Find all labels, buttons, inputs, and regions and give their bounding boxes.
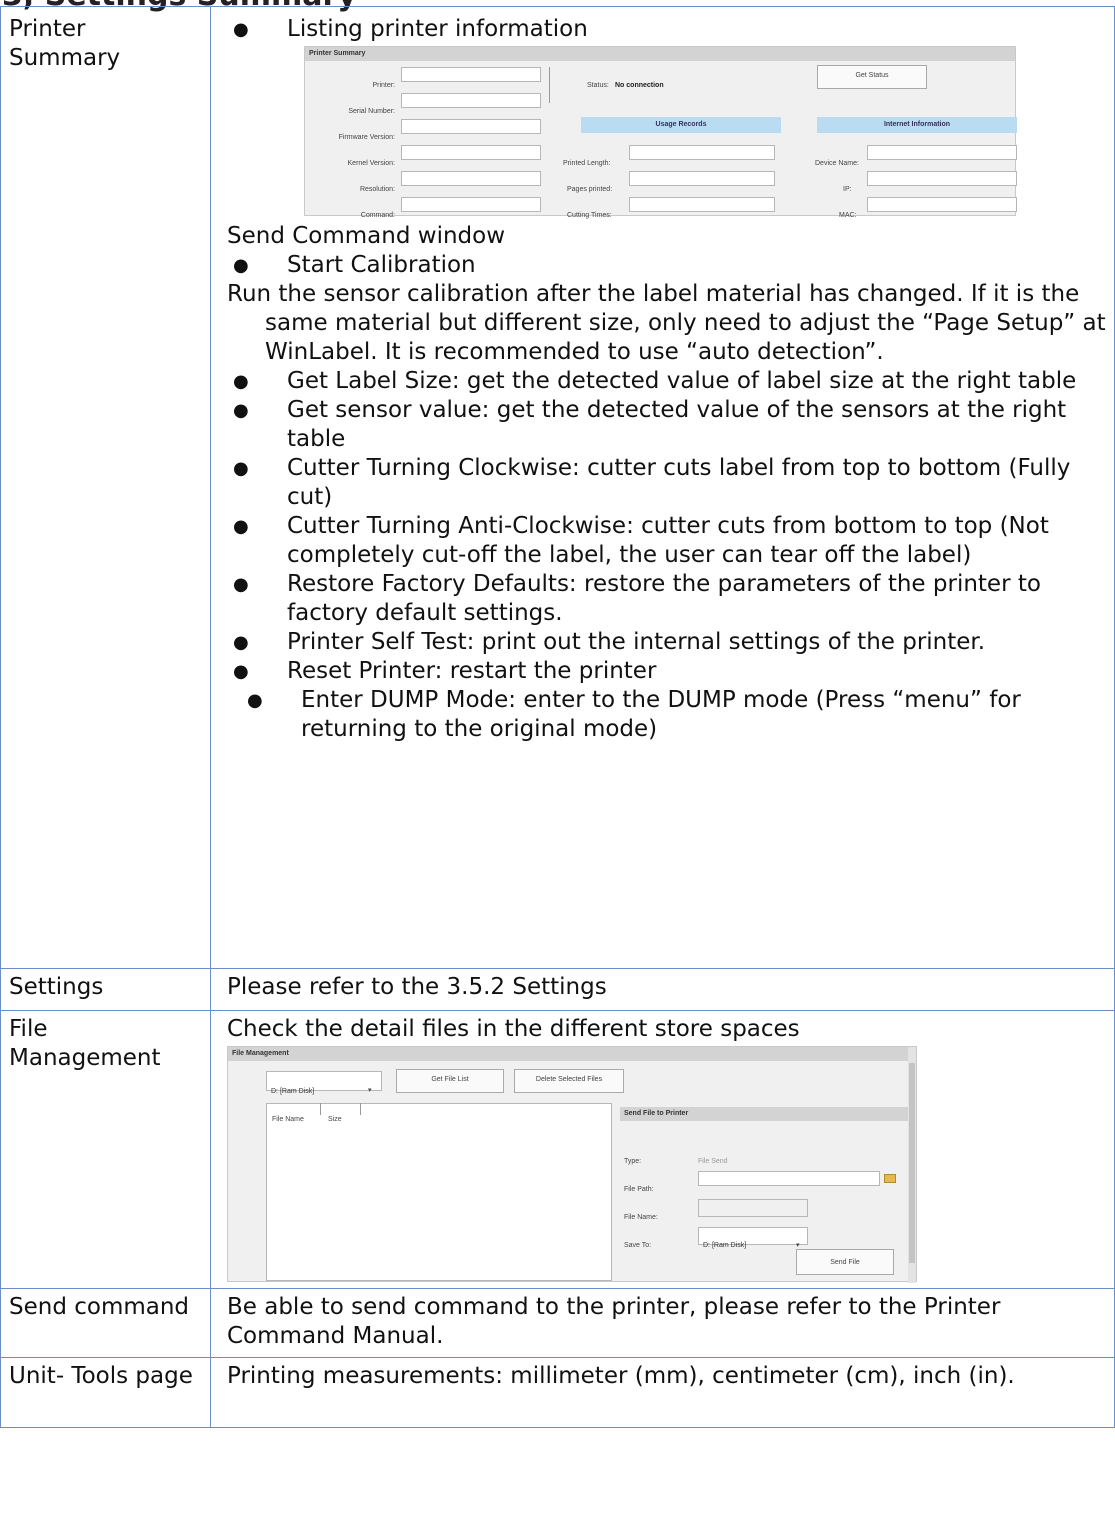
- table-row: Unit- Tools page Printing measurements: …: [0, 1357, 1115, 1428]
- send-file-title: Send File to Printer: [620, 1107, 910, 1121]
- window-title: File Management: [228, 1047, 916, 1061]
- table-row: Send command Be able to send command to …: [0, 1288, 1115, 1358]
- col-file-name: File Name: [272, 1116, 304, 1123]
- pages-printed-field: [629, 171, 775, 186]
- list-item: ● Listing printer information: [227, 15, 1108, 44]
- row-label: Unit- Tools page: [0, 1357, 211, 1428]
- file-name-field[interactable]: [698, 1199, 808, 1217]
- printed-length-field: [629, 145, 775, 160]
- bullet-icon: ●: [233, 516, 249, 537]
- usage-records-header: Usage Records: [581, 117, 781, 133]
- delete-selected-button[interactable]: Delete Selected Files: [514, 1069, 624, 1093]
- get-status-button[interactable]: Get Status: [817, 65, 927, 89]
- list-item: ● Start Calibration: [227, 251, 1108, 280]
- bullet-icon: ●: [247, 690, 263, 711]
- list-item: ● Printer Self Test: print out the intern…: [227, 628, 1108, 657]
- row-label: Settings: [0, 968, 211, 1011]
- list-item: ● Cutter Turning Clockwise: cutter cuts l…: [227, 454, 1108, 512]
- col-size: Size: [328, 1116, 342, 1123]
- list-item: ● Reset Printer: restart the printer: [227, 657, 1108, 686]
- bullet-icon: ●: [233, 371, 249, 392]
- table-row: Printer Summary ● Listing printer inform…: [0, 6, 1115, 969]
- settings-summary-table: Printer Summary ● Listing printer inform…: [0, 6, 1115, 1428]
- cutting-times-field: [629, 197, 775, 212]
- kernel-field: [401, 145, 541, 160]
- bullet-icon: ●: [233, 574, 249, 595]
- scrollbar-thumb[interactable]: [909, 1063, 915, 1263]
- printer-field: [401, 67, 541, 82]
- resolution-field: [401, 171, 541, 186]
- scrollbar[interactable]: [908, 1047, 916, 1283]
- bullet-icon: ●: [233, 19, 249, 40]
- list-item: ● Cutter Turning Anti-Clockwise: cutter c…: [227, 512, 1108, 570]
- get-file-list-button[interactable]: Get File List: [396, 1069, 504, 1093]
- list-item: ● Enter DUMP Mode: enter to the DUMP mode…: [227, 686, 1108, 744]
- list-item: ● Get sensor value: get the detected valu…: [227, 396, 1108, 454]
- table-row: File Management Check the detail files i…: [0, 1010, 1115, 1289]
- bullet-icon: ●: [233, 400, 249, 421]
- save-to-select[interactable]: D: [Ram Disk]: [698, 1227, 808, 1249]
- row-label: Printer Summary: [0, 6, 211, 969]
- firmware-field: [401, 119, 541, 134]
- row-label: File Management: [0, 1010, 211, 1289]
- send-file-button[interactable]: Send File: [796, 1249, 894, 1275]
- command-field: [401, 197, 541, 212]
- window-title: Printer Summary: [305, 47, 1015, 61]
- list-item: ● Get Label Size: get the detected value …: [227, 367, 1108, 396]
- device-name-field: [867, 145, 1017, 160]
- table-row: Settings Please refer to the 3.5.2 Setti…: [0, 968, 1115, 1011]
- mac-field: [867, 197, 1017, 212]
- bullet-icon: ●: [233, 255, 249, 276]
- send-command-title: Send Command window: [227, 223, 506, 249]
- bullet-icon: ●: [233, 661, 249, 682]
- list-item: ● Restore Factory Defaults: restore the p…: [227, 570, 1108, 628]
- serial-field: [401, 93, 541, 108]
- chevron-down-icon: ▾: [368, 1087, 372, 1094]
- storage-select[interactable]: D: [Ram Disk]: [266, 1071, 382, 1095]
- calibration-paragraph: Run the sensor calibration after the lab…: [227, 281, 1106, 365]
- status-value: No connection: [615, 82, 664, 89]
- bullet-icon: ●: [233, 632, 249, 653]
- row-label: Send command: [0, 1288, 211, 1358]
- internet-info-header: Internet Information: [817, 117, 1017, 133]
- file-management-screenshot: File Management D: [Ram Disk] ▾ Get File…: [227, 1046, 917, 1283]
- folder-icon[interactable]: [884, 1174, 896, 1183]
- printer-summary-screenshot: Printer Summary Printer: Serial Number: …: [304, 46, 1017, 219]
- file-path-field[interactable]: [698, 1171, 880, 1186]
- bullet-icon: ●: [233, 458, 249, 479]
- ip-field: [867, 171, 1017, 186]
- file-list[interactable]: [266, 1103, 612, 1281]
